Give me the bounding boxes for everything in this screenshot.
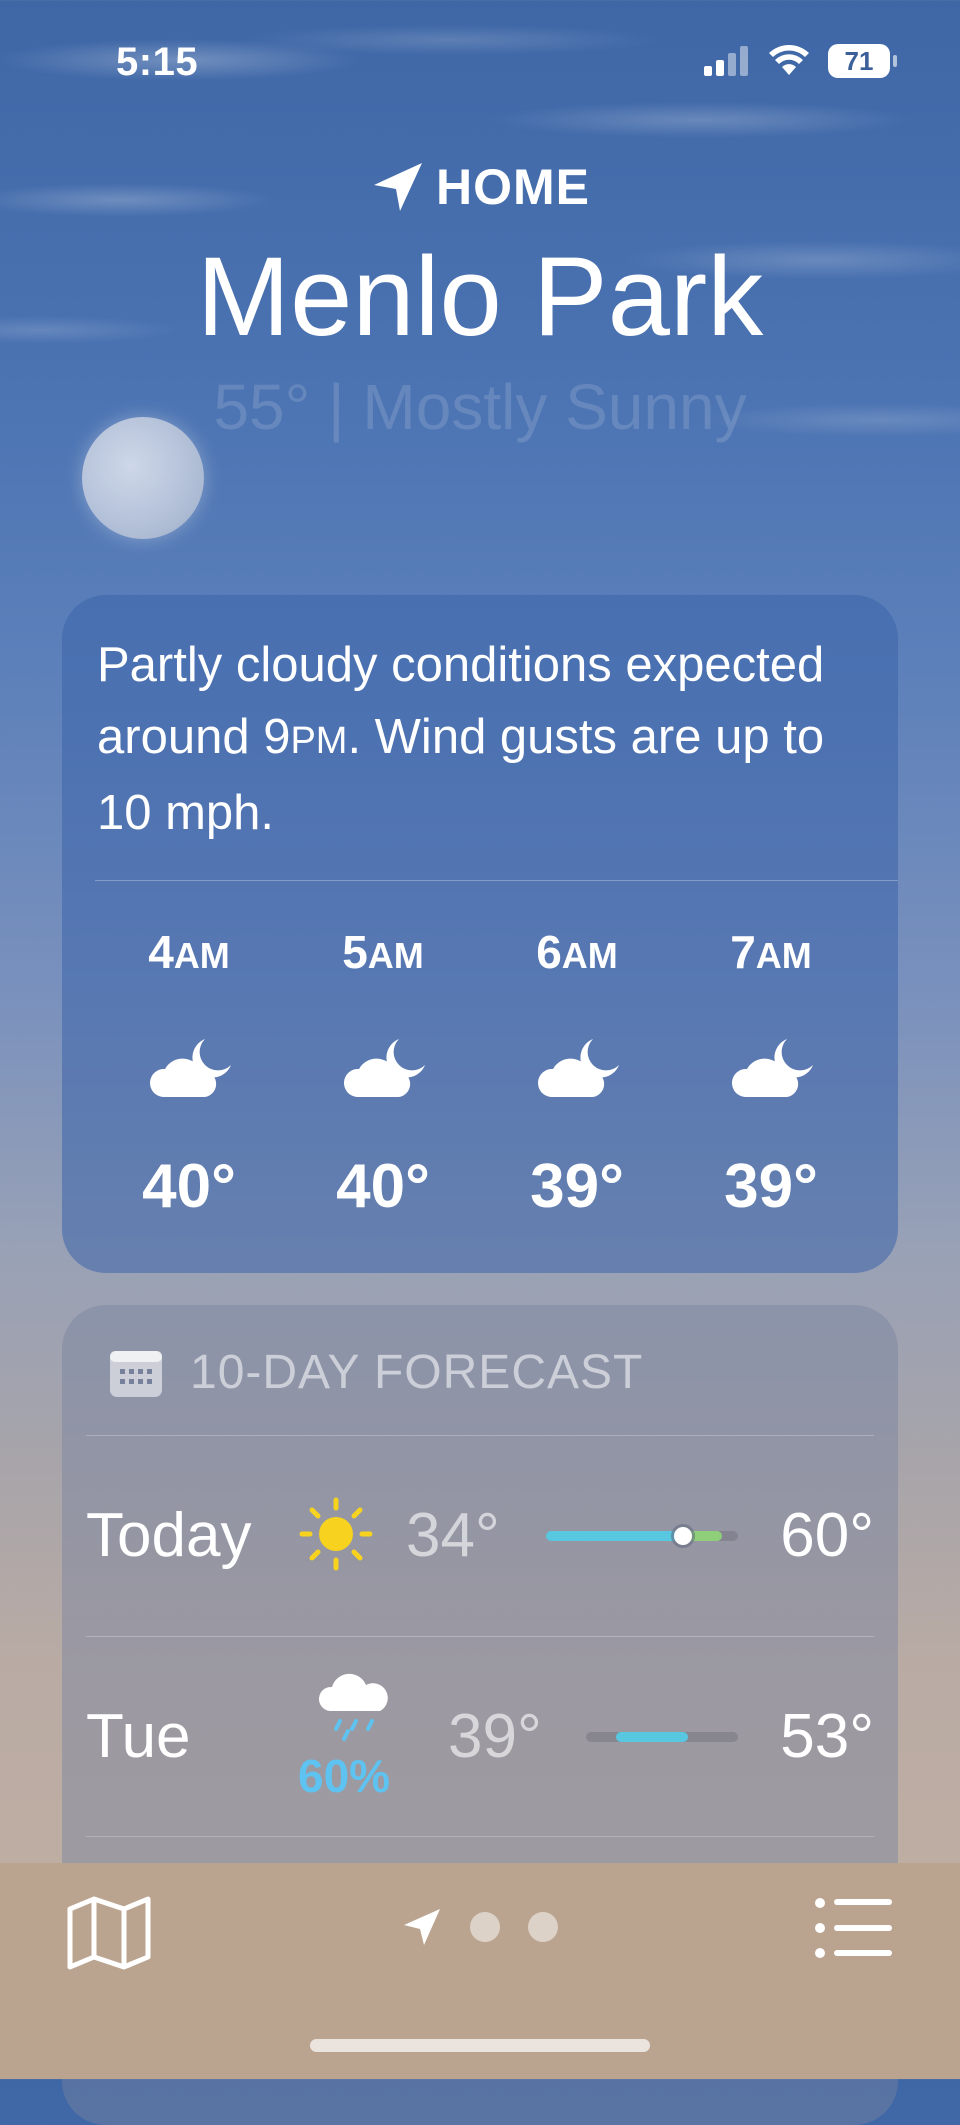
battery-indicator: 71 — [828, 44, 897, 78]
summary-pm: PM — [290, 720, 348, 762]
list-icon[interactable] — [814, 1895, 894, 1961]
hourly-list: 4AM 40° 5AM 40° 6AM 39° 7AM 39° — [62, 925, 898, 1222]
hour-item: 5AM 40° — [286, 925, 480, 1222]
forecast-low: 34° — [406, 1501, 500, 1570]
page-dot[interactable] — [470, 1912, 500, 1942]
partly-cloudy-night-icon — [149, 1039, 231, 1097]
city-name: Menlo Park — [196, 234, 764, 359]
forecast-high: 53° — [780, 1702, 874, 1771]
home-indicator[interactable] — [310, 2039, 650, 2052]
hour-temp: 39° — [530, 1152, 624, 1221]
forecast-low: 39° — [448, 1702, 542, 1771]
status-indicators: 71 — [704, 44, 897, 78]
hour-item: 4AM 40° — [92, 925, 286, 1222]
battery-level: 71 — [844, 45, 874, 76]
forecast-title: 10-DAY FORECAST — [190, 1346, 644, 1399]
hour-time: 7AM — [730, 926, 812, 978]
hour-time: 5AM — [342, 926, 424, 978]
location-label: HOME — [0, 158, 960, 216]
calendar-icon — [110, 1350, 162, 1397]
temperature-range-bar — [546, 1527, 738, 1545]
partly-cloudy-night-icon — [731, 1039, 813, 1097]
current-condition: 55° | Mostly Sunny — [213, 371, 747, 443]
hour-temp: 40° — [336, 1152, 430, 1221]
location-arrow-icon — [374, 163, 422, 211]
forecast-header: 10-DAY FORECAST — [108, 1345, 643, 1400]
hourly-forecast-card[interactable]: Partly cloudy conditions expected around… — [62, 595, 898, 1273]
range-fill-cool — [546, 1531, 686, 1541]
rain-cloud-icon — [318, 1673, 388, 1741]
hour-item: 7AM 39° — [674, 925, 868, 1222]
wifi-icon — [769, 45, 809, 75]
sun-icon — [299, 1497, 373, 1571]
forecast-summary: Partly cloudy conditions expected around… — [97, 629, 867, 849]
hour-time: 6AM — [536, 926, 618, 978]
current-location-page-icon[interactable] — [402, 1907, 442, 1947]
hour-temp: 40° — [142, 1152, 236, 1221]
bottom-toolbar — [0, 1863, 960, 2079]
forecast-day: Tue — [86, 1702, 191, 1771]
forecast-day: Today — [86, 1501, 252, 1570]
range-fill-cool — [616, 1732, 688, 1742]
current-temp-marker — [674, 1527, 692, 1545]
partly-cloudy-night-icon — [343, 1039, 425, 1097]
hour-temp: 39° — [724, 1152, 818, 1221]
signal-icon — [704, 46, 748, 76]
forecast-high: 60° — [780, 1501, 874, 1570]
divider — [86, 1836, 874, 1837]
divider — [95, 880, 898, 881]
hour-time: 4AM — [148, 926, 230, 978]
status-time: 5:15 — [116, 40, 199, 84]
forecast-row-tue[interactable]: Tue 60% 39° 53° — [86, 1637, 874, 1837]
precipitation-chance: 60% — [298, 1750, 391, 1802]
temperature-range-bar — [586, 1732, 738, 1742]
forecast-row-today[interactable]: Today 34° 60° — [86, 1436, 874, 1636]
partly-cloudy-night-icon — [537, 1039, 619, 1097]
page-dot[interactable] — [528, 1912, 558, 1942]
hour-item: 6AM 39° — [480, 925, 674, 1222]
location-label-text: HOME — [436, 159, 590, 215]
